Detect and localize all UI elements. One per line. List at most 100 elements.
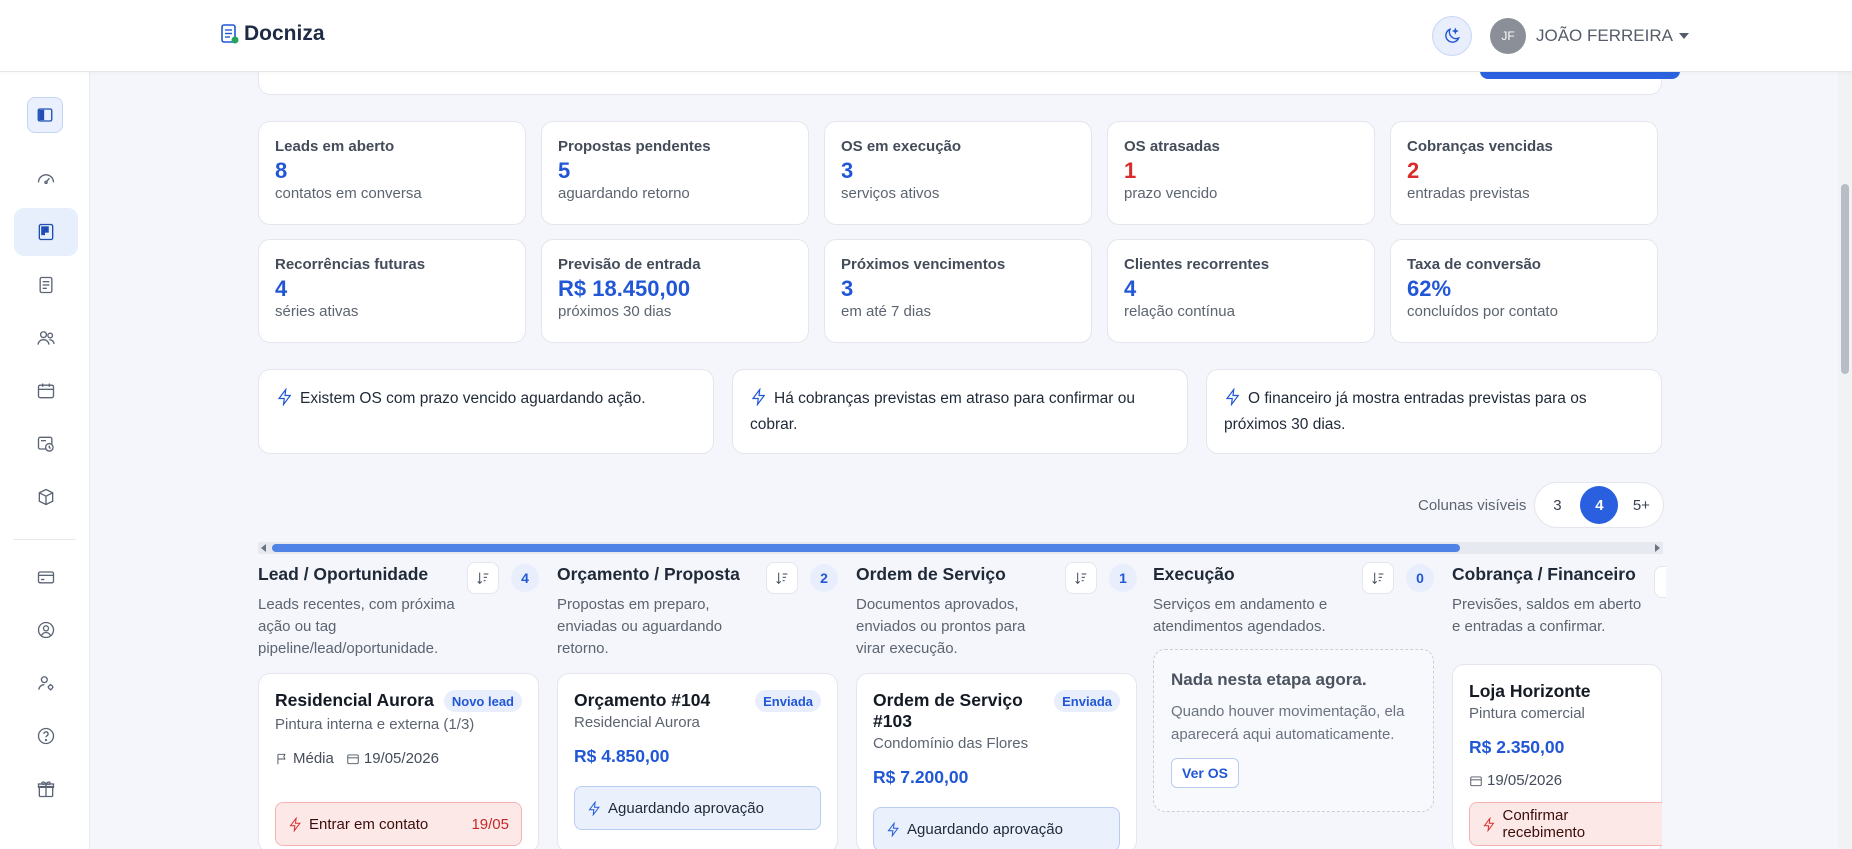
calendar-icon [1470,775,1482,786]
priority-text: Média [293,750,334,767]
stat-value: 3 [841,158,854,183]
column-title: Execução [1153,564,1235,584]
next-action-pill[interactable]: Confirmar recebimento [1469,802,1662,846]
stat-label: Próximos vencimentos [841,256,1006,273]
column-description: Documentos aprovados, enviados ou pronto… [856,596,1026,657]
stat-subtext: séries ativas [275,303,359,320]
scrollbar-thumb[interactable] [272,544,1460,552]
sidebar-item-payments[interactable] [14,553,78,601]
sidebar-item-user-settings[interactable] [14,659,78,707]
sidebar-divider [14,539,76,540]
moon-icon [1445,27,1461,43]
brand-logo[interactable]: Docniza [220,22,325,46]
kanban-column-execution: Execução 0 Serviços em andamento e atend… [1153,562,1438,638]
kanban-horizontal-scrollbar[interactable] [258,542,1663,554]
next-action-pill[interactable]: Entrar em contato 19/05 [275,802,522,846]
user-menu[interactable]: JF JOÃO FERREIRA [1490,18,1689,54]
column-title: Cobrança / Financeiro [1452,564,1636,584]
stat-value: 8 [275,158,288,183]
card-subtitle: Pintura interna e externa (1/3) [275,716,475,733]
card-title: Ordem de Serviço #103 [873,690,1023,731]
calendar-icon [347,753,359,764]
sort-icon [477,572,489,585]
gift-icon [37,781,55,798]
scroll-right-arrow-icon[interactable] [1655,544,1660,552]
column-description: Previsões, saldos em aberto e entradas a… [1452,596,1642,635]
theme-toggle-button[interactable] [1432,16,1472,56]
avatar: JF [1490,18,1526,54]
columns-option-4[interactable]: 4 [1580,486,1619,524]
sidebar-item-clients[interactable] [14,314,78,362]
kanban-column-billing: Cobrança / Financeiro Previsões, saldos … [1452,564,1662,638]
money-clock-icon [37,436,54,452]
lightning-icon [588,800,600,816]
stat-future-recurrences: Recorrências futuras 4 séries ativas [258,239,526,343]
sidebar-item-calendar[interactable] [14,367,78,415]
stat-subtext: entradas previstas [1407,185,1530,202]
user-name: JOÃO FERREIRA [1536,26,1673,45]
alert-text: Há cobranças previstas em atraso para co… [750,390,1135,433]
chevron-down-icon [1678,33,1689,39]
status-pill: Aguardando aprovação [873,807,1120,849]
stat-upcoming-due: Próximos vencimentos 3 em até 7 dias [824,239,1092,343]
column-title: Lead / Oportunidade [258,564,429,584]
stat-label: Previsão de entrada [558,256,701,273]
stat-conversion-rate: Taxa de conversão 62% concluídos por con… [1390,239,1658,343]
page-vertical-scrollbar[interactable] [1838,72,1852,849]
scrollbar-thumb[interactable] [1841,184,1849,374]
sidebar-item-help[interactable] [14,712,78,760]
sort-button[interactable] [1065,562,1097,594]
stat-label: Taxa de conversão [1407,256,1541,273]
view-os-button[interactable]: Ver OS [1171,758,1239,788]
stat-income-forecast: Previsão de entrada R$ 18.450,00 próximo… [541,239,809,343]
sort-icon [1372,572,1384,585]
columns-selector: 3 4 5+ [1534,482,1665,528]
kanban-column-proposal: Orçamento / Proposta 2 Propostas em prep… [557,562,842,660]
lightning-icon [1225,387,1240,407]
stat-subtext: serviços ativos [841,185,940,202]
stat-value: 5 [558,158,571,183]
stat-value: 1 [1124,158,1137,183]
stat-subtext: prazo vencido [1124,185,1218,202]
alert-card: Há cobranças previstas em atraso para co… [732,369,1188,454]
stat-os-late: OS atrasadas 1 prazo vencido [1107,121,1375,225]
sort-button[interactable] [1362,562,1394,594]
action-date: 19/05 [471,815,509,833]
columns-option-5plus[interactable]: 5+ [1622,486,1660,524]
user-gear-icon [38,676,54,691]
stat-subtext: concluídos por contato [1407,303,1558,320]
date-text: 19/05/2026 [1487,772,1563,789]
sidebar-item-documents[interactable] [14,261,78,309]
calendar-icon [37,383,55,399]
scroll-left-arrow-icon[interactable] [261,544,266,552]
sidebar-item-products[interactable] [14,473,78,521]
action-text: Confirmar recebimento [1502,807,1586,841]
sidebar-item-kanban[interactable] [14,208,78,256]
kanban-icon [38,223,54,241]
sidebar-item-dashboard[interactable] [14,155,78,203]
empty-description: Quando houver movimentação, ela aparecer… [1171,703,1405,743]
lightning-icon [277,387,292,407]
column-description: Leads recentes, com próxima ação ou tag … [258,596,455,657]
action-text: Entrar em contato [309,815,429,833]
stat-value: 62% [1407,276,1452,301]
stat-recurring-clients: Clientes recorrentes 4 relação contínua [1107,239,1375,343]
stat-value: 4 [275,276,288,301]
sidebar-toggle-button[interactable] [27,97,63,133]
stat-value: 3 [841,276,854,301]
sidebar-item-billing-schedule[interactable] [14,420,78,468]
lightning-icon [751,387,766,407]
date-text: 19/05/2026 [363,750,439,767]
alert-card: Existem OS com prazo vencido aguardando … [258,369,714,454]
stat-overdue-charges: Cobranças vencidas 2 entradas previstas [1390,121,1658,225]
sidebar-item-gifts[interactable] [14,765,78,813]
sort-button[interactable] [467,562,499,594]
sort-button[interactable] [766,562,798,594]
stat-subtext: em até 7 dias [841,303,932,320]
sort-button[interactable] [1654,566,1666,598]
sort-icon [1075,572,1087,585]
columns-option-3[interactable]: 3 [1538,486,1576,524]
sidebar-item-profile[interactable] [14,606,78,654]
stat-label: OS atrasadas [1124,138,1220,155]
column-count-badge: 2 [810,564,838,592]
